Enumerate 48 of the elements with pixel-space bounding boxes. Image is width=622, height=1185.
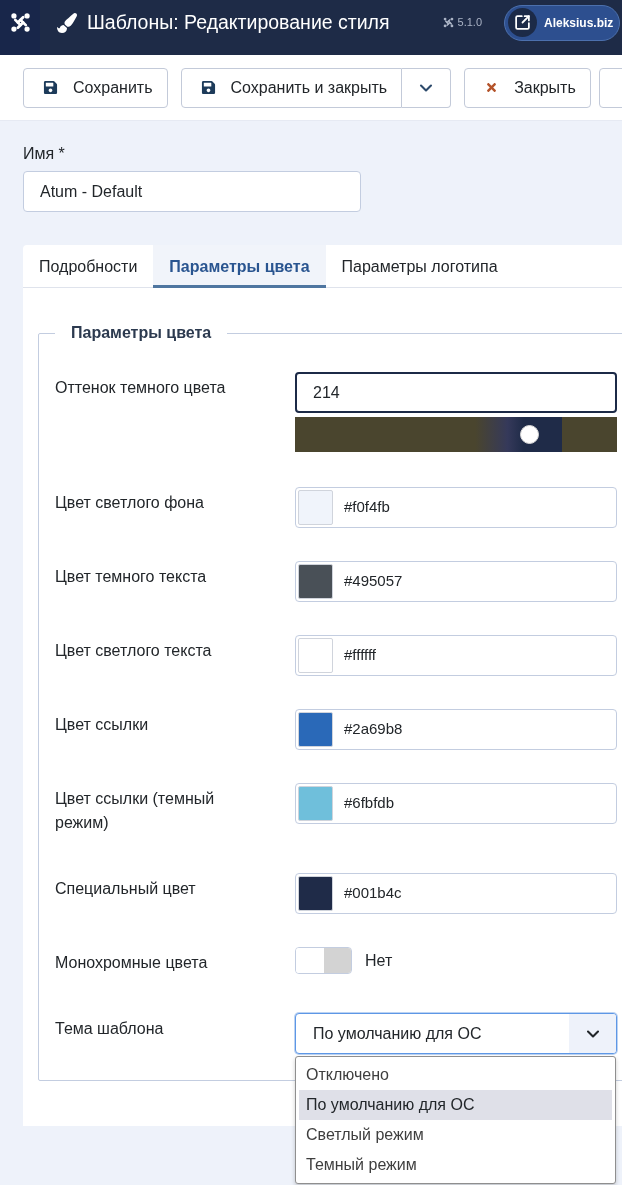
color-value: #001b4c — [344, 883, 402, 904]
dropdown-option[interactable]: По умолчанию для ОС — [299, 1090, 612, 1120]
color-value: #2a69b8 — [344, 719, 403, 740]
field-label: Цвет светлого фона — [55, 493, 205, 513]
save-icon — [43, 80, 58, 95]
paintbrush-icon — [57, 12, 77, 33]
page-title: Шаблоны: Редактирование стиля — [87, 9, 390, 35]
logo-icon[interactable] — [9, 12, 31, 33]
field-label: Цвет ссылки — [55, 715, 150, 735]
color-value: #495057 — [344, 571, 403, 592]
close-icon — [485, 81, 499, 94]
slider-thumb[interactable] — [520, 425, 540, 444]
save-close-button[interactable]: Сохранить и закрыть — [180, 67, 403, 108]
external-link-icon — [508, 8, 537, 37]
color-field[interactable]: #001b4c — [295, 873, 617, 914]
tab[interactable]: Подробности — [23, 245, 154, 288]
color-field[interactable]: #6fbfdb — [295, 783, 617, 824]
field-label: Цвет светлого текста — [55, 641, 213, 661]
save-icon — [200, 80, 216, 95]
field-label: Оттенок темного цвета — [55, 378, 227, 398]
color-value: #ffffff — [344, 645, 376, 666]
field-label: Цвет темного текста — [55, 567, 208, 587]
hue-input[interactable]: 214 — [295, 372, 617, 413]
version-label: 5.1.0 — [457, 15, 482, 31]
field-label: Монохромные цвета — [55, 953, 209, 973]
fieldset-legend: Параметры цвета — [55, 321, 228, 345]
color-field[interactable]: #ffffff — [295, 635, 617, 676]
color-value: #f0f4fb — [344, 497, 390, 518]
toggle-switch[interactable] — [295, 947, 352, 974]
color-field[interactable]: #495057 — [295, 561, 617, 602]
field-label: Имя * — [23, 145, 65, 163]
close-button[interactable]: Закрыть — [464, 67, 591, 108]
field-label: Цвет ссылки (темный режим) — [55, 789, 216, 833]
dropdown-toggle-button[interactable] — [402, 67, 452, 108]
field-label: Тема шаблона — [55, 1019, 165, 1039]
logo-icon — [442, 17, 454, 28]
color-field[interactable]: #f0f4fb — [295, 487, 617, 528]
name-input[interactable]: Atum - Default — [23, 171, 361, 212]
color-field[interactable]: #2a69b8 — [295, 709, 617, 750]
tab[interactable]: Параметры логотипа — [325, 245, 514, 288]
hue-slider-track[interactable] — [295, 417, 617, 452]
color-value: #6fbfdb — [344, 793, 395, 814]
theme-select[interactable]: По умолчанию для ОС — [295, 1013, 617, 1054]
switch-state-label: Нет — [365, 950, 393, 971]
site-link-button[interactable]: Aleksius.biz — [504, 4, 620, 41]
field-label: Специальный цвет — [55, 879, 197, 899]
save-button[interactable]: Сохранить — [23, 67, 168, 108]
tab[interactable]: Параметры цвета — [153, 245, 326, 288]
